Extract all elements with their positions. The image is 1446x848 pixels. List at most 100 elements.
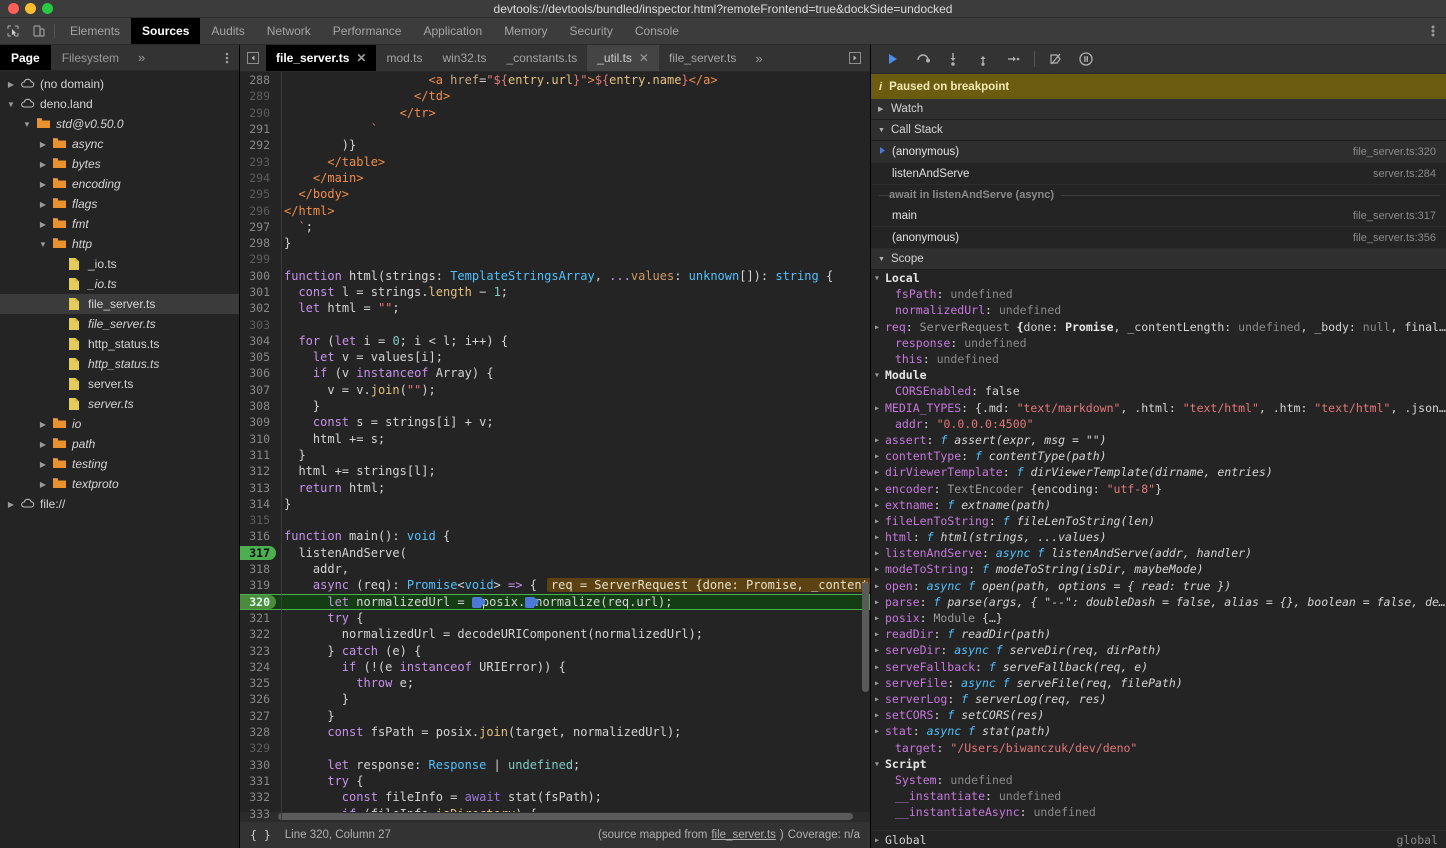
code-line[interactable]: 331 try {: [240, 773, 870, 789]
call-stack-list[interactable]: (anonymous)file_server.ts:320listenAndSe…: [871, 141, 1446, 249]
tree-file-item[interactable]: file_server.ts: [0, 314, 239, 334]
watch-section-header[interactable]: Watch: [871, 99, 1446, 120]
code-lines[interactable]: 288 <a href="${entry.url}">${entry.name}…: [240, 72, 870, 821]
code-line[interactable]: 306 if (v instanceof Array) {: [240, 365, 870, 381]
chevron-down-icon[interactable]: [38, 240, 48, 249]
line-number[interactable]: 307: [240, 383, 276, 397]
close-window-button[interactable]: [8, 3, 19, 14]
tree-file-item[interactable]: _io.ts: [0, 254, 239, 274]
close-tab-icon[interactable]: ✕: [639, 51, 649, 65]
line-number[interactable]: 313: [240, 481, 276, 495]
code-line[interactable]: 320 let normalizedUrl = posix.normalize(…: [240, 594, 870, 610]
inspect-element-icon[interactable]: [0, 18, 26, 44]
line-number[interactable]: 296: [240, 204, 276, 218]
tab-sources[interactable]: Sources: [131, 18, 200, 44]
chevron-right-icon[interactable]: [875, 598, 885, 606]
editor-tab-_constants-ts[interactable]: _constants.ts: [497, 45, 588, 71]
code-line[interactable]: 321 try {: [240, 610, 870, 626]
scope-property-row[interactable]: __instantiate: undefined: [871, 788, 1446, 804]
line-number[interactable]: 302: [240, 301, 276, 315]
line-number[interactable]: 332: [240, 790, 276, 804]
chevron-right-icon[interactable]: [38, 180, 48, 189]
chevron-right-icon[interactable]: [875, 468, 885, 476]
code-line[interactable]: 307 v = v.join("");: [240, 382, 870, 398]
scope-property-row[interactable]: stat: async f stat(path): [871, 723, 1446, 739]
code-line[interactable]: 298}: [240, 235, 870, 251]
line-number[interactable]: 295: [240, 187, 276, 201]
tab-list-icon[interactable]: [840, 45, 870, 71]
line-number[interactable]: 292: [240, 138, 276, 152]
window-controls[interactable]: [0, 3, 53, 14]
scope-property-row[interactable]: Script: [871, 756, 1446, 772]
line-number[interactable]: 329: [240, 741, 276, 755]
code-line[interactable]: 319 async (req): Promise<void> => {req =…: [240, 577, 870, 593]
tab-application[interactable]: Application: [412, 18, 493, 44]
editor-tabs-overflow-icon[interactable]: »: [746, 45, 771, 71]
tree-folder-item[interactable]: fmt: [0, 214, 239, 234]
call-stack-section-header[interactable]: Call Stack: [871, 120, 1446, 141]
scope-property-row[interactable]: serverLog: f serverLog(req, res): [871, 691, 1446, 707]
code-line[interactable]: 297 `;: [240, 219, 870, 235]
code-line[interactable]: 288 <a href="${entry.url}">${entry.name}…: [240, 72, 870, 88]
navigator-more-options-icon[interactable]: [215, 45, 239, 70]
code-line[interactable]: 323 } catch (e) {: [240, 642, 870, 658]
code-line[interactable]: 314}: [240, 496, 870, 512]
code-line[interactable]: 299: [240, 251, 870, 267]
frame-location[interactable]: file_server.ts:356: [1353, 232, 1446, 244]
code-line[interactable]: 328 const fsPath = posix.join(target, no…: [240, 724, 870, 740]
resume-icon[interactable]: [879, 47, 907, 71]
line-number[interactable]: 311: [240, 448, 276, 462]
scope-property-row[interactable]: __instantiateAsync: undefined: [871, 804, 1446, 820]
deactivate-breakpoints-icon[interactable]: [1042, 47, 1070, 71]
line-number[interactable]: 318: [240, 562, 276, 576]
chevron-right-icon[interactable]: [38, 420, 48, 429]
tab-console[interactable]: Console: [624, 18, 690, 44]
code-line[interactable]: 324 if (!(e instanceof URIError)) {: [240, 659, 870, 675]
tree-folder-item[interactable]: encoding: [0, 174, 239, 194]
line-number[interactable]: 326: [240, 692, 276, 706]
code-line[interactable]: 326 }: [240, 691, 870, 707]
scope-global-row[interactable]: Global global: [871, 830, 1446, 848]
line-number[interactable]: 310: [240, 432, 276, 446]
call-stack-frame[interactable]: mainfile_server.ts:317: [871, 205, 1446, 227]
chevron-right-icon[interactable]: [875, 452, 885, 460]
code-line[interactable]: 311 }: [240, 447, 870, 463]
chevron-right-icon[interactable]: [6, 500, 16, 509]
tree-domain-item[interactable]: deno.land: [0, 94, 239, 114]
chevron-right-icon[interactable]: [38, 440, 48, 449]
scope-property-row[interactable]: assert: f assert(expr, msg = ""): [871, 432, 1446, 448]
editor-tab-mod-ts[interactable]: mod.ts: [376, 45, 432, 71]
chevron-right-icon[interactable]: [875, 323, 885, 331]
tab-performance[interactable]: Performance: [322, 18, 413, 44]
line-number[interactable]: 304: [240, 334, 276, 348]
pretty-print-button[interactable]: { }: [250, 828, 271, 842]
line-number[interactable]: 333: [240, 807, 276, 821]
scope-property-row[interactable]: dirViewerTemplate: f dirViewerTemplate(d…: [871, 464, 1446, 480]
line-number[interactable]: 309: [240, 415, 276, 429]
chevron-right-icon[interactable]: [875, 549, 885, 557]
line-number[interactable]: 305: [240, 350, 276, 364]
chevron-right-icon[interactable]: [38, 480, 48, 489]
scope-property-row[interactable]: req: ServerRequest {done: Promise, _cont…: [871, 319, 1446, 335]
tab-memory[interactable]: Memory: [493, 18, 558, 44]
chevron-right-icon[interactable]: [875, 582, 885, 590]
line-number[interactable]: 325: [240, 676, 276, 690]
code-line[interactable]: 313 return html;: [240, 479, 870, 495]
chevron-right-icon[interactable]: [6, 80, 16, 89]
chevron-right-icon[interactable]: [38, 460, 48, 469]
chevron-right-icon[interactable]: [38, 160, 48, 169]
minimize-window-button[interactable]: [25, 3, 36, 14]
line-number[interactable]: 324: [240, 660, 276, 674]
line-number[interactable]: 327: [240, 709, 276, 723]
code-line[interactable]: 292 )}: [240, 137, 870, 153]
code-line[interactable]: 332 const fileInfo = await stat(fsPath);: [240, 789, 870, 805]
frame-location[interactable]: file_server.ts:320: [1353, 146, 1446, 158]
code-line[interactable]: 325 throw e;: [240, 675, 870, 691]
code-line[interactable]: 303: [240, 316, 870, 332]
editor-tab-win32-ts[interactable]: win32.ts: [432, 45, 496, 71]
chevron-right-icon[interactable]: [875, 501, 885, 509]
code-line[interactable]: 290 </tr>: [240, 105, 870, 121]
code-editor[interactable]: 288 <a href="${entry.url}">${entry.name}…: [240, 72, 870, 821]
code-line[interactable]: 329: [240, 740, 870, 756]
code-line[interactable]: 289 </td>: [240, 88, 870, 104]
